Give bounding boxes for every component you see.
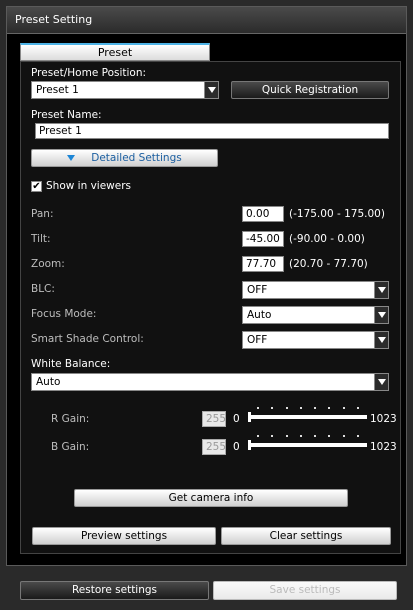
clear-settings-button[interactable]: Clear settings — [221, 527, 391, 545]
preset-home-select[interactable]: Preset 1 — [31, 81, 219, 99]
tilt-input[interactable]: -45.00 — [242, 231, 284, 247]
b-gain-slider-thumb[interactable] — [248, 440, 251, 450]
smart-shade-select[interactable]: OFF — [242, 331, 389, 349]
pan-label: Pan: — [31, 208, 54, 220]
chevron-down-icon — [374, 307, 388, 323]
blc-select[interactable]: OFF — [242, 281, 389, 299]
b-gain-min: 0 — [233, 441, 240, 453]
focus-mode-select[interactable]: Auto — [242, 306, 389, 324]
restore-settings-button[interactable]: Restore settings — [20, 581, 209, 600]
r-gain-input[interactable]: 255 — [202, 411, 226, 427]
zoom-range: (20.70 - 77.70) — [289, 258, 368, 270]
smart-shade-label: Smart Shade Control: — [31, 333, 144, 345]
triangle-down-icon — [67, 155, 76, 161]
preset-name-input[interactable]: Preset 1 — [35, 123, 389, 139]
focus-mode-label: Focus Mode: — [31, 308, 97, 320]
detailed-settings-label: Detailed Settings — [91, 152, 182, 164]
tilt-range: (-90.00 - 0.00) — [289, 233, 365, 245]
tilt-label: Tilt: — [31, 233, 51, 245]
detailed-settings-button[interactable]: Detailed Settings — [31, 149, 218, 167]
pan-range: (-175.00 - 175.00) — [289, 208, 385, 220]
get-camera-info-button[interactable]: Get camera info — [74, 489, 348, 507]
quick-registration-button[interactable]: Quick Registration — [231, 81, 389, 99]
blc-value: OFF — [247, 284, 268, 296]
show-in-viewers-checkbox[interactable]: ✔ — [31, 181, 42, 192]
chevron-down-icon — [204, 82, 218, 98]
chevron-down-icon — [374, 282, 388, 298]
focus-mode-value: Auto — [247, 309, 272, 321]
show-in-viewers-label: Show in viewers — [46, 180, 132, 192]
save-settings-button[interactable]: Save settings — [213, 581, 397, 600]
preset-panel: Preset/Home Position: Preset 1 Quick Reg… — [20, 61, 401, 554]
preset-home-value: Preset 1 — [36, 84, 79, 96]
r-gain-max: 1023 — [370, 413, 397, 425]
b-gain-max: 1023 — [370, 441, 397, 453]
r-gain-min: 0 — [233, 413, 240, 425]
b-gain-label: B Gain: — [51, 441, 90, 453]
b-gain-slider[interactable] — [248, 432, 367, 450]
blc-label: BLC: — [31, 283, 55, 295]
white-balance-value: Auto — [36, 376, 61, 388]
preview-settings-button[interactable]: Preview settings — [32, 527, 216, 545]
zoom-input[interactable]: 77.70 — [242, 256, 284, 272]
b-gain-input[interactable]: 255 — [202, 439, 226, 455]
pan-input[interactable]: 0.00 — [242, 206, 284, 222]
white-balance-label: White Balance: — [31, 358, 111, 370]
r-gain-label: R Gain: — [51, 413, 90, 425]
preset-home-label: Preset/Home Position: — [31, 67, 147, 79]
tab-preset[interactable]: Preset — [20, 43, 210, 61]
smart-shade-value: OFF — [247, 334, 268, 346]
zoom-label: Zoom: — [31, 258, 65, 270]
window-title: Preset Setting — [7, 7, 406, 34]
preset-name-label: Preset Name: — [31, 109, 102, 121]
chevron-down-icon — [374, 332, 388, 348]
r-gain-slider[interactable] — [248, 404, 367, 422]
white-balance-select[interactable]: Auto — [31, 373, 389, 391]
chevron-down-icon — [374, 374, 388, 390]
r-gain-slider-thumb[interactable] — [248, 412, 251, 422]
